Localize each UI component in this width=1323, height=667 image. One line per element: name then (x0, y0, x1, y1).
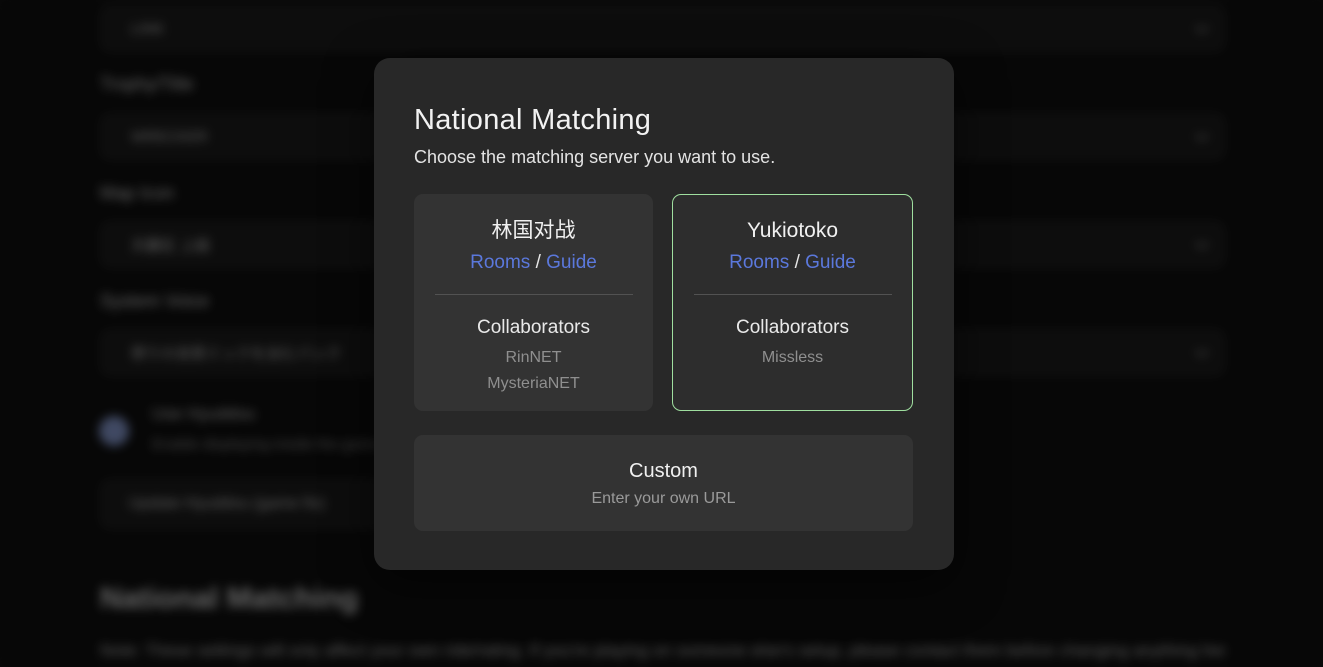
modal-title: National Matching (414, 102, 914, 138)
server-links: Rooms / Guide (729, 250, 856, 275)
link-separator: / (795, 252, 806, 273)
guide-link[interactable]: Guide (805, 252, 856, 273)
server-links: Rooms / Guide (470, 250, 597, 275)
collaborators-heading: Collaborators (736, 315, 849, 340)
card-divider (694, 294, 892, 295)
rooms-link[interactable]: Rooms (470, 252, 530, 273)
custom-card-title: Custom (629, 458, 698, 484)
link-separator: / (536, 252, 547, 273)
guide-link[interactable]: Guide (546, 252, 597, 273)
modal-subtitle: Choose the matching server you want to u… (414, 145, 914, 169)
server-card-linguo[interactable]: 林国对战 Rooms / Guide Collaborators RinNET … (414, 194, 653, 411)
collaborators-heading: Collaborators (477, 315, 590, 340)
custom-card-subtitle: Enter your own URL (591, 489, 735, 509)
server-options-row: 林国对战 Rooms / Guide Collaborators RinNET … (414, 194, 914, 411)
collaborator-name: Missless (762, 348, 823, 368)
card-divider (435, 294, 633, 295)
server-name: 林国对战 (492, 217, 576, 244)
collaborator-name: RinNET (505, 348, 561, 368)
server-card-yukiotoko[interactable]: Yukiotoko Rooms / Guide Collaborators Mi… (672, 194, 913, 411)
server-name: Yukiotoko (747, 217, 838, 244)
rooms-link[interactable]: Rooms (729, 252, 789, 273)
collaborator-name: MysteriaNET (487, 374, 579, 394)
national-matching-modal: National Matching Choose the matching se… (374, 58, 954, 570)
custom-server-card[interactable]: Custom Enter your own URL (414, 435, 913, 531)
